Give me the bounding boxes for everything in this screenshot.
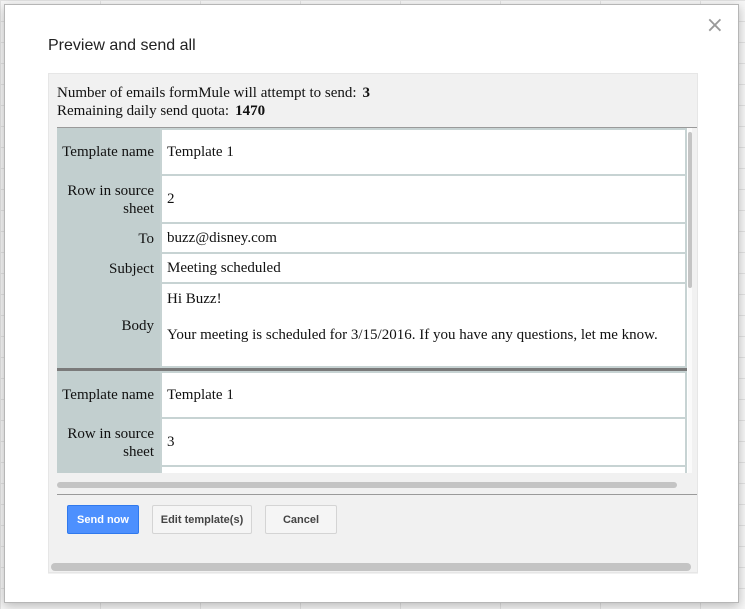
field-value: buzz@disney.com — [160, 222, 687, 254]
preview-row-source: Row in source sheet 3 — [57, 417, 687, 467]
send-now-button[interactable]: Send now — [67, 505, 139, 534]
preview-row-to: To buzz@disney.com — [57, 222, 687, 254]
dialog-title: Preview and send all — [48, 37, 196, 54]
field-label: Row in source sheet — [57, 419, 160, 467]
send-summary: Number of emails formMule will attempt t… — [57, 84, 370, 120]
field-value — [160, 465, 687, 473]
body-text: Your meeting is scheduled for 3/15/2016.… — [167, 327, 658, 343]
attempt-count: 3 — [362, 85, 371, 101]
preview-dialog: × Preview and send all Number of emails … — [4, 4, 739, 603]
vertical-scroll-thumb[interactable] — [688, 132, 692, 288]
preview-row-body: Body Hi Buzz! Your meeting is scheduled … — [57, 282, 687, 368]
field-label — [57, 467, 160, 473]
email-preview-list: Template name Template 1 Row in source s… — [57, 128, 692, 473]
field-label: To — [57, 224, 160, 254]
body-greeting: Hi Buzz! — [167, 291, 222, 307]
horizontal-scrollbar[interactable] — [57, 482, 677, 488]
attempt-line: Number of emails formMule will attempt t… — [57, 84, 370, 102]
quota-line: Remaining daily send quota: 1470 — [57, 102, 370, 120]
attempt-label: Number of emails formMule will attempt t… — [57, 85, 357, 101]
email-preview: Template name Template 1 Row in source s… — [57, 371, 687, 473]
field-label: Row in source sheet — [57, 176, 160, 224]
quota-count: 1470 — [235, 103, 266, 119]
close-icon[interactable]: × — [706, 15, 724, 37]
email-preview: Template name Template 1 Row in source s… — [57, 128, 687, 371]
field-value: Meeting scheduled — [160, 252, 687, 284]
field-label: Template name — [57, 371, 160, 419]
field-label: Subject — [57, 254, 160, 284]
quota-label: Remaining daily send quota: — [57, 103, 230, 119]
field-value: Template 1 — [160, 128, 687, 176]
dialog-horizontal-scrollbar[interactable] — [51, 563, 691, 571]
divider — [57, 494, 697, 495]
edit-templates-button[interactable]: Edit template(s) — [152, 505, 252, 534]
preview-frame: Number of emails formMule will attempt t… — [48, 73, 698, 573]
field-value-body: Hi Buzz! Your meeting is scheduled for 3… — [160, 282, 687, 368]
vertical-scrollbar[interactable] — [688, 128, 692, 473]
cancel-button[interactable]: Cancel — [265, 505, 337, 534]
preview-row-to — [57, 465, 687, 473]
field-value: Template 1 — [160, 371, 687, 419]
field-label: Template name — [57, 128, 160, 176]
preview-row-template: Template name Template 1 — [57, 371, 687, 419]
preview-row-source: Row in source sheet 2 — [57, 174, 687, 224]
field-value: 2 — [160, 174, 687, 224]
field-label: Body — [57, 284, 160, 368]
field-value: 3 — [160, 417, 687, 467]
preview-row-subject: Subject Meeting scheduled — [57, 252, 687, 284]
preview-row-template: Template name Template 1 — [57, 128, 687, 176]
